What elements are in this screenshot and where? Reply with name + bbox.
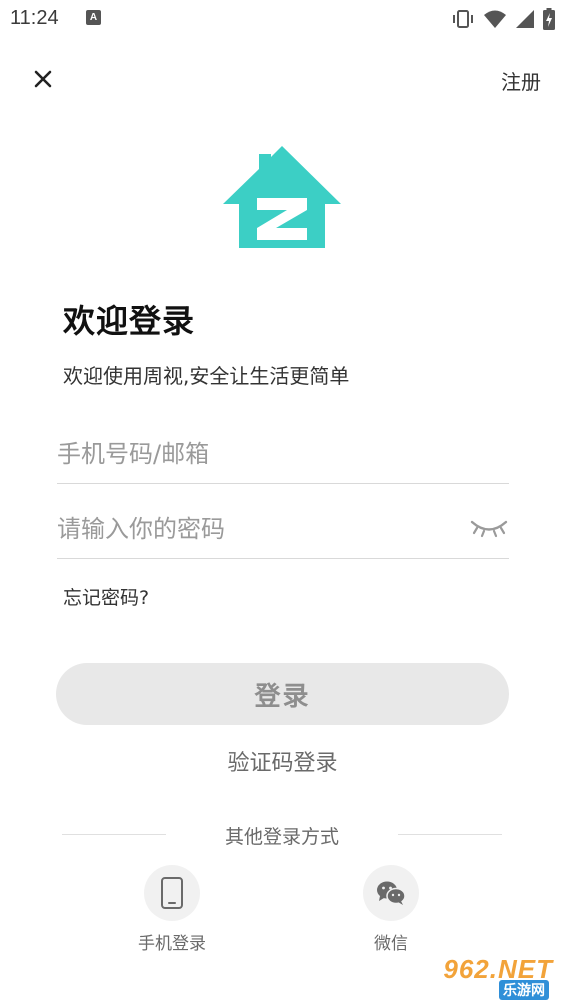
notification-badge: A — [86, 10, 101, 25]
wifi-icon — [484, 10, 506, 28]
phone-login-option[interactable]: 手机登录 — [117, 865, 227, 954]
register-link[interactable]: 注册 — [501, 66, 541, 95]
sms-login-link[interactable]: 验证码登录 — [227, 751, 337, 776]
forgot-password-link[interactable]: 忘记密码? — [63, 583, 149, 610]
password-input[interactable] — [57, 509, 457, 549]
wechat-login-circle[interactable] — [363, 865, 419, 921]
other-methods-divider: 其他登录方式 — [62, 822, 502, 848]
phone-login-circle[interactable] — [144, 865, 200, 921]
other-methods-title: 其他登录方式 — [224, 826, 339, 848]
phone-email-input[interactable] — [57, 434, 457, 474]
status-time: 11:24 — [10, 7, 59, 29]
close-icon — [34, 70, 52, 88]
page-subtitle: 欢迎使用周视,安全让生活更简单 — [63, 364, 350, 388]
wechat-icon — [377, 881, 406, 905]
wechat-login-option[interactable]: 微信 — [336, 865, 446, 954]
watermark-site-name: 乐游网 — [499, 980, 549, 1000]
login-button[interactable]: 登录 — [56, 663, 509, 725]
watermark: 962.NET 乐游网 — [425, 954, 557, 1000]
sms-login-row: 验证码登录 — [0, 745, 565, 777]
password-field — [57, 499, 509, 559]
status-bar: 11:24 A — [0, 0, 565, 38]
phone-login-label: 手机登录 — [138, 934, 206, 954]
close-button[interactable] — [28, 64, 58, 94]
page-title: 欢迎登录 — [63, 302, 196, 340]
phone-icon — [161, 877, 183, 909]
signal-icon — [516, 10, 534, 28]
vibrate-icon — [453, 10, 473, 28]
status-icons — [451, 8, 555, 30]
divider-line — [398, 834, 502, 835]
battery-icon — [543, 8, 555, 30]
phone-email-field — [57, 424, 509, 484]
eye-closed-icon[interactable] — [469, 517, 509, 539]
app-logo — [223, 146, 341, 248]
wechat-login-label: 微信 — [374, 934, 408, 954]
